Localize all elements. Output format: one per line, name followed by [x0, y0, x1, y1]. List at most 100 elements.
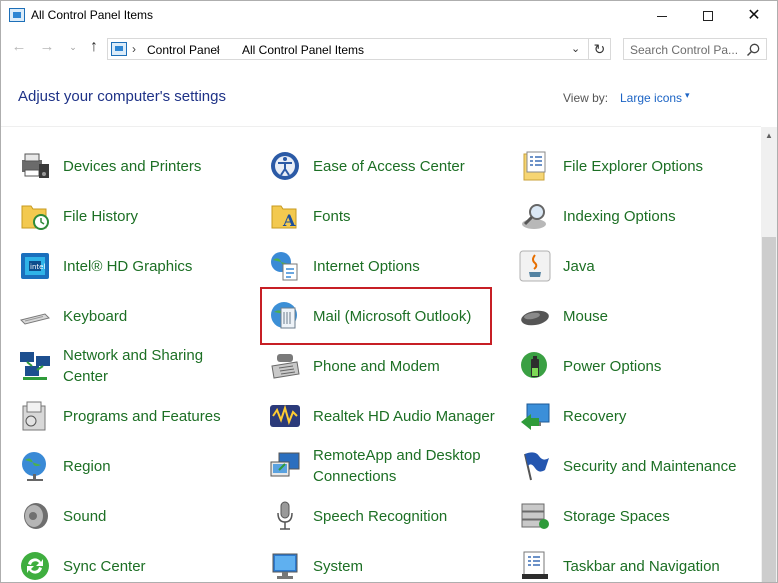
partial-item-icon [524, 127, 546, 131]
item-label: Region [63, 457, 111, 475]
item-file-history[interactable]: File History [19, 192, 249, 240]
control-panel-icon [9, 8, 25, 22]
item-label-line: RemoteApp and Desktop [313, 447, 481, 464]
system-icon [272, 553, 298, 579]
item-label: Phone and Modem [313, 357, 440, 375]
item-realtek-hd-audio-manager[interactable]: Realtek HD Audio Manager [269, 392, 509, 440]
chevron-down-icon[interactable]: ⌄ [571, 42, 580, 55]
breadcrumb-control-panel[interactable]: Control Panel [147, 43, 220, 57]
item-label: Internet Options [313, 257, 420, 275]
maximize-icon [703, 11, 713, 21]
item-label: Network and Sharing Center [63, 342, 203, 390]
file-explorer-options-icon [523, 151, 546, 181]
control-panel-window: All Control Panel Items ✕ ← → ⌄ ↑ › Cont… [0, 0, 778, 583]
item-system[interactable]: System [269, 542, 509, 582]
mail-icon [271, 302, 297, 329]
item-intel-hd-graphics[interactable]: intel Intel® HD Graphics [19, 242, 249, 290]
item-label: Indexing Options [563, 207, 676, 225]
item-sync-center[interactable]: Sync Center [19, 542, 249, 582]
item-label-line: Center [63, 368, 109, 385]
item-storage-spaces[interactable]: Storage Spaces [519, 492, 759, 540]
address-bar[interactable]: › Control Panel › All Control Panel Item… [107, 38, 589, 60]
item-power-options[interactable]: Power Options [519, 342, 759, 390]
recent-locations-icon[interactable]: ⌄ [64, 38, 82, 56]
item-remoteapp-and-desktop-connections[interactable]: RemoteApp and Desktop Connections [269, 442, 509, 490]
item-indexing-options[interactable]: Indexing Options [519, 192, 759, 240]
scrollbar-thumb[interactable] [762, 237, 776, 582]
item-sound[interactable]: Sound [19, 492, 249, 540]
item-keyboard[interactable]: Keyboard [19, 292, 249, 340]
item-label: Taskbar and Navigation [563, 557, 720, 575]
search-box[interactable] [623, 38, 767, 60]
item-ease-of-access-center[interactable]: Ease of Access Center [269, 142, 509, 190]
back-arrow-icon[interactable]: ← [10, 38, 28, 56]
svg-text:A: A [282, 211, 296, 230]
item-file-explorer-options[interactable]: File Explorer Options [519, 142, 759, 190]
file-history-icon [21, 205, 49, 230]
storage-spaces-icon [521, 503, 549, 529]
item-label: Ease of Access Center [313, 157, 465, 175]
item-label: Intel® HD Graphics [63, 257, 193, 275]
vertical-scrollbar[interactable]: ▲ [761, 127, 777, 582]
item-label: Mail (Microsoft Outlook) [313, 307, 472, 325]
minimize-button[interactable] [639, 1, 685, 31]
up-arrow-icon[interactable]: ↑ [85, 38, 103, 56]
item-speech-recognition[interactable]: Speech Recognition [269, 492, 509, 540]
item-label: Mouse [563, 307, 609, 325]
breadcrumb-all-items[interactable]: All Control Panel Items [242, 43, 364, 57]
internet-options-icon [271, 252, 298, 281]
item-phone-and-modem[interactable]: Phone and Modem [269, 342, 509, 390]
mouse-icon [521, 310, 549, 326]
content-header: Adjust your computer's settings View by:… [1, 63, 777, 127]
search-icon[interactable] [745, 42, 761, 58]
search-input[interactable] [630, 42, 740, 58]
item-label: Speech Recognition [313, 507, 448, 525]
item-label: Devices and Printers [63, 157, 202, 175]
item-label: Realtek HD Audio Manager [313, 407, 495, 425]
item-fonts[interactable]: A Fonts [269, 192, 509, 240]
java-icon [519, 250, 551, 282]
item-region[interactable]: Region [19, 442, 249, 490]
item-devices-and-printers[interactable]: Devices and Printers [19, 142, 249, 190]
item-network-and-sharing-center[interactable]: Network and Sharing Center [19, 342, 249, 390]
refresh-icon[interactable]: ↻ [589, 38, 611, 60]
item-label: File Explorer Options [563, 157, 704, 175]
security-flag-icon [524, 452, 549, 481]
page-title: Adjust your computer's settings [18, 88, 226, 105]
item-label: Java [563, 257, 595, 275]
view-by-label: View by: [563, 91, 609, 105]
scroll-up-arrow-icon[interactable]: ▲ [761, 127, 777, 144]
navigation-bar: ← → ⌄ ↑ › Control Panel › All Control Pa… [1, 32, 777, 62]
ease-of-access-icon [271, 152, 299, 180]
partial-item-icon [284, 127, 306, 131]
forward-arrow-icon[interactable]: → [38, 38, 56, 56]
item-taskbar-and-navigation[interactable]: Taskbar and Navigation [519, 542, 759, 582]
close-button[interactable]: ✕ [731, 1, 777, 31]
item-label: File History [63, 207, 139, 225]
item-label: Security and Maintenance [563, 457, 737, 475]
maximize-button[interactable] [685, 1, 731, 31]
caret-down-icon[interactable]: ▾ [685, 90, 690, 101]
item-recovery[interactable]: Recovery [519, 392, 759, 440]
item-label: System [313, 557, 364, 575]
item-label: Storage Spaces [563, 507, 670, 525]
item-internet-options[interactable]: Internet Options [269, 242, 509, 290]
item-programs-and-features[interactable]: Programs and Features [19, 392, 249, 440]
intel-graphics-icon: intel [21, 253, 49, 279]
view-by-dropdown[interactable]: Large icons [620, 91, 682, 105]
item-mail-microsoft-outlook[interactable]: Mail (Microsoft Outlook) [269, 292, 509, 340]
item-label: Sound [63, 507, 107, 525]
item-label: RemoteApp and Desktop Connections [313, 442, 481, 490]
minimize-icon [657, 15, 667, 17]
phone-icon [271, 354, 300, 379]
breadcrumb-separator[interactable]: › [216, 42, 220, 56]
breadcrumb-separator[interactable]: › [132, 42, 136, 56]
item-security-and-maintenance[interactable]: Security and Maintenance [519, 442, 759, 490]
item-mouse[interactable]: Mouse [519, 292, 759, 340]
programs-and-features-icon [22, 401, 46, 431]
microphone-icon [277, 501, 293, 530]
partial-item-icon [21, 127, 43, 131]
item-label: Keyboard [63, 307, 128, 325]
item-label: Recovery [563, 407, 627, 425]
item-java[interactable]: Java [519, 242, 759, 290]
